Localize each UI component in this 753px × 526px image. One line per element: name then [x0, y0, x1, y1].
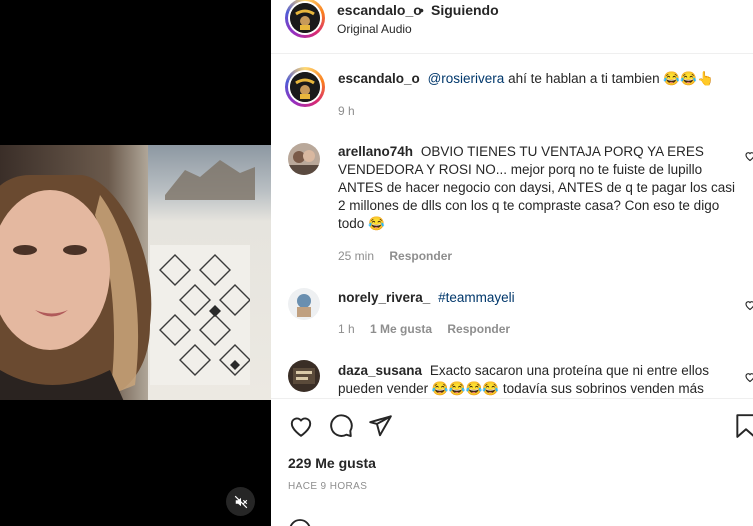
reply-button[interactable]: Responder [389, 249, 452, 263]
brand-logo-icon [290, 3, 320, 33]
emoji-icon[interactable] [288, 518, 312, 526]
comment-button[interactable] [328, 413, 354, 439]
heart-icon [290, 417, 312, 437]
comment-mention[interactable]: @rosierivera [428, 71, 505, 86]
video-person [0, 175, 152, 400]
separator-dot: • [419, 2, 424, 18]
video-background-tiles [150, 245, 250, 385]
avatar-photo [288, 143, 320, 175]
reply-button[interactable]: Responder [447, 322, 510, 336]
post-actions-bar: 229 Me gusta HACE 9 HORAS [271, 398, 753, 526]
like-button[interactable] [288, 413, 314, 439]
brand-logo-icon [290, 72, 320, 102]
comment-time[interactable]: 9 h [338, 104, 355, 118]
audio-label[interactable]: Original Audio [337, 22, 412, 36]
following-button[interactable]: Siguiendo [431, 2, 499, 18]
heart-icon [745, 301, 753, 311]
author-avatar[interactable] [285, 0, 325, 38]
speaker-muted-icon [234, 495, 247, 508]
avatar-photo [288, 288, 320, 320]
bookmark-icon [736, 414, 753, 438]
comment-time[interactable]: 1 h [338, 322, 355, 336]
video-player[interactable] [0, 0, 271, 526]
comment-like-count[interactable]: 1 Me gusta [370, 322, 432, 336]
post-header: escandalo_o • Siguiendo Original Audio [271, 0, 753, 54]
comment-username[interactable]: arellano74h [338, 144, 413, 159]
save-button[interactable] [733, 413, 753, 439]
comment-bubble-icon [330, 414, 353, 438]
comment-avatar[interactable] [288, 143, 320, 175]
comment-username[interactable]: daza_susana [338, 363, 422, 378]
comment-username[interactable]: norely_rivera_ [338, 290, 430, 305]
heart-icon [745, 152, 753, 162]
share-button[interactable] [367, 413, 393, 439]
comment-avatar[interactable] [288, 288, 320, 320]
video-background-mountain [165, 160, 255, 200]
comment-text: ahí te hablan a ti tambien 😂😂👆 [508, 71, 714, 86]
heart-icon [745, 373, 753, 383]
comment-avatar[interactable] [285, 67, 325, 107]
paper-plane-icon [369, 415, 392, 437]
avatar-photo [288, 360, 320, 392]
comment-time[interactable]: 25 min [338, 249, 374, 263]
comment-like-button[interactable] [744, 298, 753, 311]
post-timestamp[interactable]: HACE 9 HORAS [288, 481, 367, 492]
comment-avatar[interactable] [288, 360, 320, 392]
post-details: escandalo_o • Siguiendo Original Audio e… [271, 0, 753, 526]
author-username[interactable]: escandalo_o [337, 2, 422, 18]
video-frame[interactable] [0, 145, 271, 400]
comment-username[interactable]: escandalo_o [338, 71, 420, 86]
comment-hashtag[interactable]: #teammayeli [438, 290, 515, 305]
comment-like-button[interactable] [744, 149, 753, 162]
likes-count[interactable]: 229 Me gusta [288, 455, 376, 471]
mute-button[interactable] [226, 487, 255, 516]
comments-list[interactable]: escandalo_o @rosierivera ahí te hablan a… [271, 55, 753, 398]
comment-like-button[interactable] [744, 370, 753, 383]
